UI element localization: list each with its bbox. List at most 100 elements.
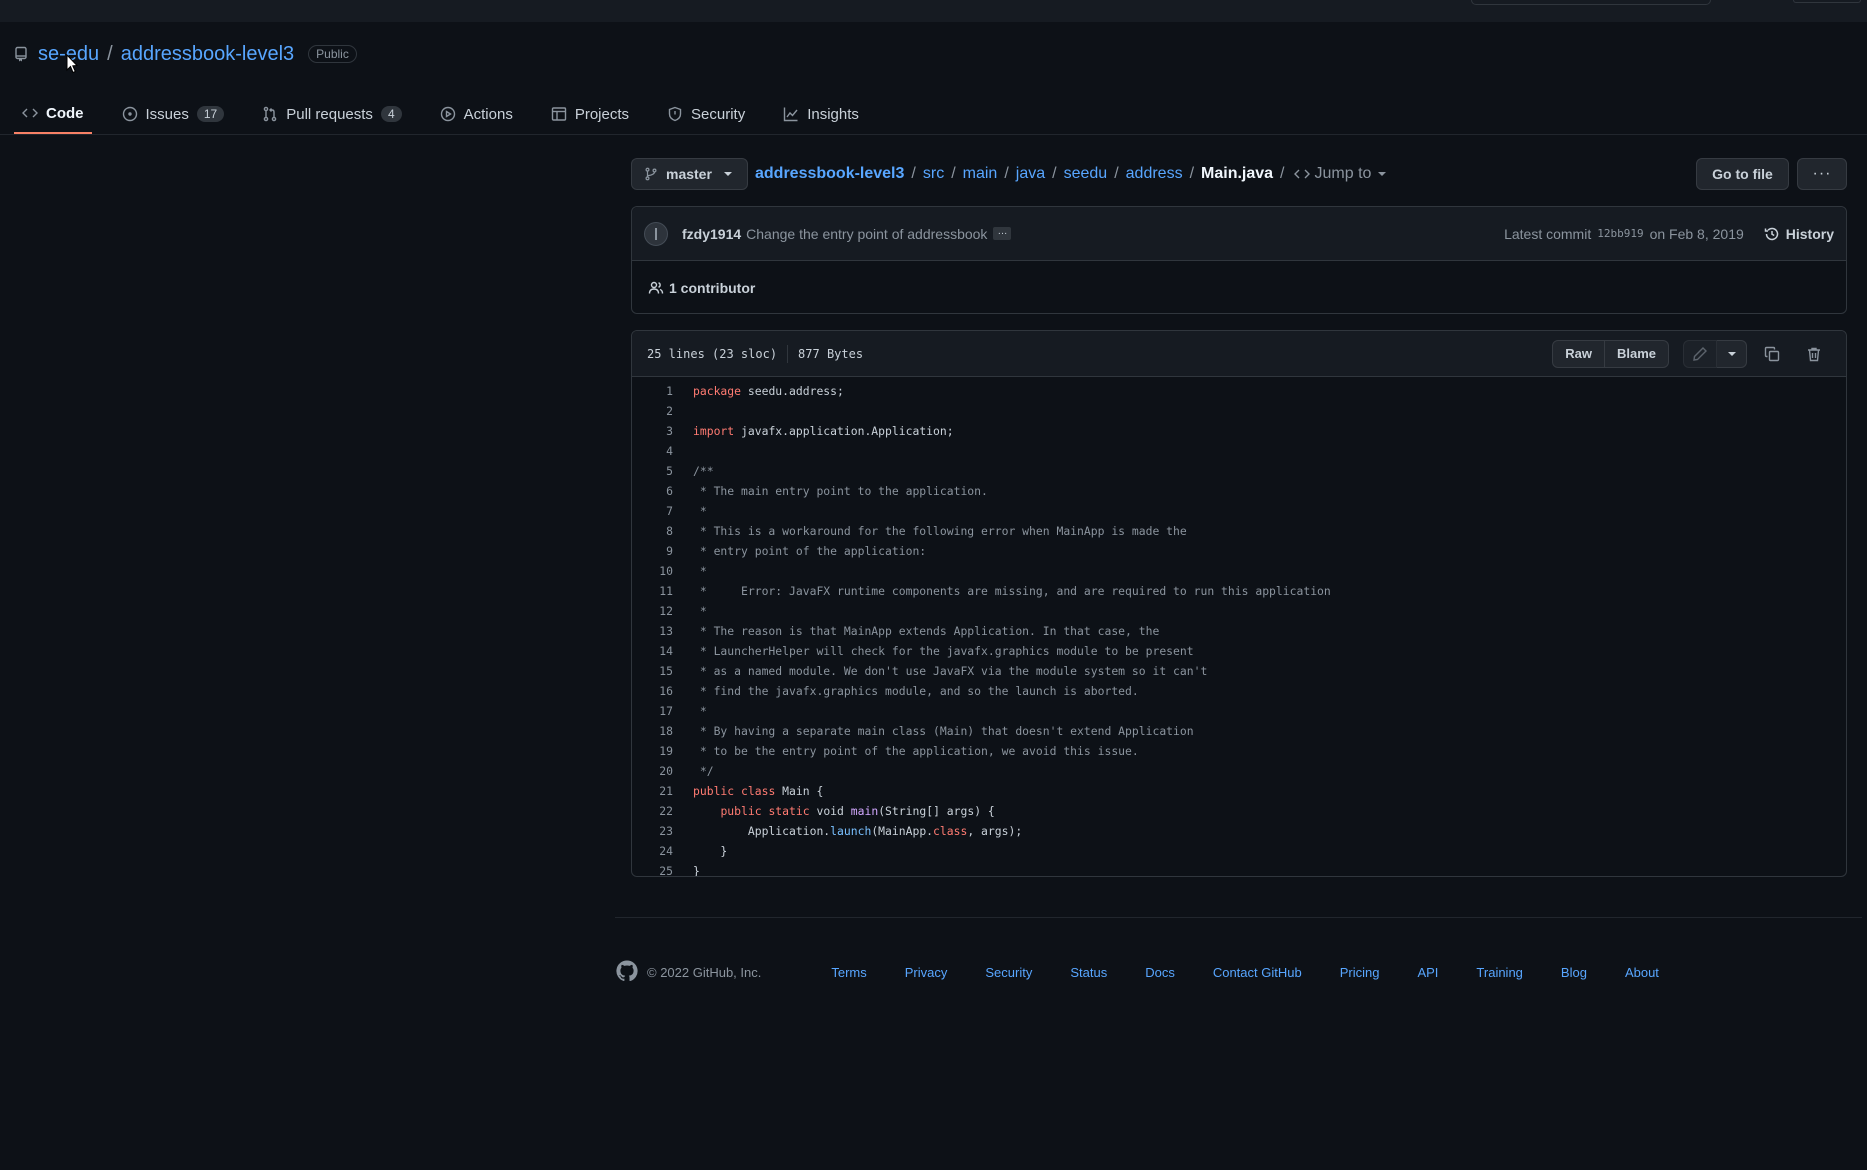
code-line: 15 * as a named module. We don't use Jav… bbox=[632, 661, 1846, 681]
line-number[interactable]: 22 bbox=[632, 804, 673, 818]
footer-link-privacy[interactable]: Privacy bbox=[905, 965, 948, 980]
edit-dropdown-button[interactable] bbox=[1717, 339, 1747, 368]
code-line: 1 package seedu.address; bbox=[632, 381, 1846, 401]
breadcrumb-separator: / bbox=[1052, 165, 1057, 182]
footer-link-api[interactable]: API bbox=[1417, 965, 1438, 980]
line-number[interactable]: 20 bbox=[632, 764, 673, 778]
edit-button[interactable] bbox=[1683, 339, 1717, 368]
line-number[interactable]: 5 bbox=[632, 464, 673, 478]
history-label: History bbox=[1785, 225, 1834, 242]
pull-request-icon bbox=[263, 106, 277, 122]
code-line: 10 * bbox=[632, 561, 1846, 581]
line-number[interactable]: 23 bbox=[632, 824, 673, 838]
tab-label: Pull requests bbox=[286, 105, 373, 123]
line-number[interactable]: 18 bbox=[632, 724, 673, 738]
tab-code[interactable]: Code bbox=[14, 94, 92, 134]
jump-to-menu[interactable]: Jump to bbox=[1293, 165, 1387, 183]
breadcrumb-link-seedu[interactable]: seedu bbox=[1064, 165, 1108, 183]
footer-link-pricing[interactable]: Pricing bbox=[1340, 965, 1380, 980]
line-content: * The reason is that MainApp extends App… bbox=[693, 624, 1160, 638]
header-button[interactable] bbox=[1793, 0, 1861, 3]
line-content: * to be the entry point of the applicati… bbox=[693, 744, 1139, 758]
line-number[interactable]: 14 bbox=[632, 644, 673, 658]
line-number[interactable]: 3 bbox=[632, 424, 673, 438]
breadcrumb-link-java[interactable]: java bbox=[1016, 165, 1045, 183]
commit-box: fzdy1914 Change the entry point of addre… bbox=[631, 206, 1847, 314]
go-to-file-button[interactable]: Go to file bbox=[1696, 158, 1789, 190]
line-number[interactable]: 6 bbox=[632, 484, 673, 498]
line-content: } bbox=[693, 844, 728, 858]
breadcrumb-link-src[interactable]: src bbox=[923, 165, 944, 183]
line-number[interactable]: 21 bbox=[632, 784, 673, 798]
line-number[interactable]: 17 bbox=[632, 704, 673, 718]
avatar[interactable] bbox=[644, 221, 668, 246]
code-line: 4 bbox=[632, 441, 1846, 461]
commit-author-link[interactable]: fzdy1914 bbox=[682, 226, 741, 242]
issue-icon bbox=[122, 106, 137, 122]
footer-link-contact[interactable]: Contact GitHub bbox=[1213, 965, 1302, 980]
footer-divider bbox=[615, 917, 1862, 918]
line-number[interactable]: 8 bbox=[632, 524, 673, 538]
line-content: * By having a separate main class (Main)… bbox=[693, 724, 1194, 738]
github-logo-icon[interactable] bbox=[615, 959, 639, 986]
commit-sha-link[interactable]: 12bb919 bbox=[1597, 227, 1643, 240]
code-icon bbox=[22, 108, 38, 118]
code-line: 12 * bbox=[632, 601, 1846, 621]
copy-button[interactable] bbox=[1755, 340, 1789, 368]
line-content: * entry point of the application: bbox=[693, 544, 927, 558]
more-options-button[interactable]: ··· bbox=[1797, 158, 1847, 190]
tab-actions[interactable]: Actions bbox=[432, 94, 521, 134]
footer-copyright: © 2022 GitHub, Inc. bbox=[647, 964, 762, 980]
search-input[interactable] bbox=[1471, 0, 1711, 5]
footer-link-docs[interactable]: Docs bbox=[1145, 965, 1175, 980]
blame-button[interactable]: Blame bbox=[1604, 339, 1669, 368]
footer-link-blog[interactable]: Blog bbox=[1561, 965, 1587, 980]
file-viewer: 25 lines (23 sloc) 877 Bytes Raw Blame 1… bbox=[631, 330, 1847, 877]
line-number[interactable]: 11 bbox=[632, 584, 673, 598]
line-number[interactable]: 4 bbox=[632, 444, 673, 458]
breadcrumb-repo-link[interactable]: addressbook-level3 bbox=[755, 165, 904, 183]
repo-icon bbox=[15, 46, 27, 62]
line-number[interactable]: 13 bbox=[632, 624, 673, 638]
tab-projects[interactable]: Projects bbox=[543, 94, 637, 134]
branch-select-button[interactable]: master bbox=[631, 158, 748, 190]
tab-pull-requests[interactable]: Pull requests 4 bbox=[254, 94, 409, 134]
line-number[interactable]: 15 bbox=[632, 664, 673, 678]
line-number[interactable]: 1 bbox=[632, 384, 673, 398]
tab-label: Security bbox=[691, 105, 746, 123]
tab-issues[interactable]: Issues 17 bbox=[114, 94, 233, 134]
footer-link-about[interactable]: About bbox=[1625, 965, 1659, 980]
delete-button[interactable] bbox=[1797, 340, 1831, 368]
breadcrumb-link-address[interactable]: address bbox=[1126, 165, 1183, 183]
line-number[interactable]: 19 bbox=[632, 744, 673, 758]
repo-name-link[interactable]: addressbook-level3 bbox=[121, 43, 294, 66]
footer-link-terms[interactable]: Terms bbox=[831, 965, 866, 980]
tab-insights[interactable]: Insights bbox=[775, 94, 867, 134]
expand-commit-button[interactable]: … bbox=[993, 227, 1012, 240]
line-number[interactable]: 16 bbox=[632, 684, 673, 698]
breadcrumb-link-main[interactable]: main bbox=[963, 165, 998, 183]
line-content: * This is a workaround for the following… bbox=[693, 524, 1187, 538]
file-header: 25 lines (23 sloc) 877 Bytes Raw Blame bbox=[632, 331, 1846, 377]
jump-to-label: Jump to bbox=[1314, 165, 1372, 182]
footer-link-security[interactable]: Security bbox=[985, 965, 1032, 980]
line-number[interactable]: 7 bbox=[632, 504, 673, 518]
line-number[interactable]: 9 bbox=[632, 544, 673, 558]
breadcrumb-separator: / bbox=[1004, 165, 1009, 182]
line-number[interactable]: 24 bbox=[632, 844, 673, 858]
line-number[interactable]: 12 bbox=[632, 604, 673, 618]
footer-link-training[interactable]: Training bbox=[1476, 965, 1522, 980]
graph-icon bbox=[784, 107, 798, 122]
line-number[interactable]: 25 bbox=[632, 864, 673, 876]
line-number[interactable]: 10 bbox=[632, 564, 673, 578]
global-header bbox=[0, 0, 1867, 22]
history-button[interactable]: History bbox=[1764, 226, 1834, 242]
line-number[interactable]: 2 bbox=[632, 404, 673, 418]
code-line: 22 public static void main(String[] args… bbox=[632, 801, 1846, 821]
code-line: 3 import javafx.application.Application; bbox=[632, 421, 1846, 441]
tab-security[interactable]: Security bbox=[659, 94, 753, 134]
raw-button[interactable]: Raw bbox=[1552, 339, 1605, 368]
footer-link-status[interactable]: Status bbox=[1070, 965, 1107, 980]
contributors-row[interactable]: 1 contributor bbox=[632, 261, 1846, 314]
commit-message-link[interactable]: Change the entry point of addressbook bbox=[746, 226, 987, 242]
